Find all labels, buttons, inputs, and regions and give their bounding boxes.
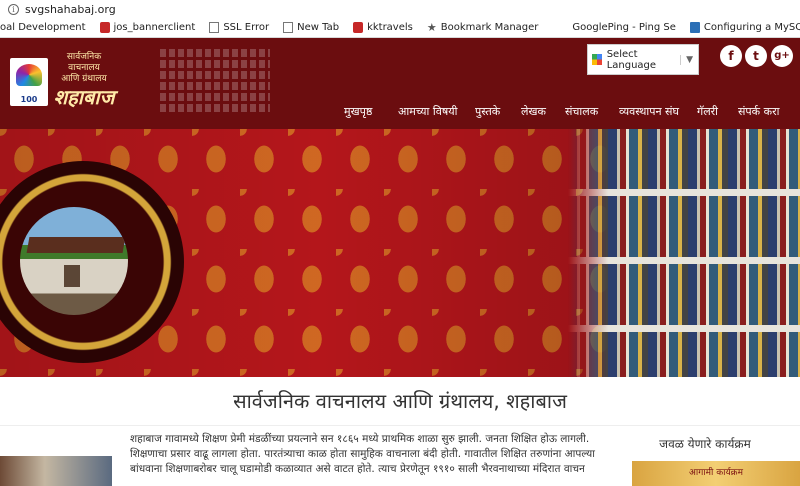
bookmark-label: GooglePing - Ping Se [572,22,676,33]
hero-banner [0,129,800,377]
event-card[interactable]: आगामी कार्यक्रम [632,461,800,486]
bookshelf-image [568,129,800,377]
nav-item-gallery[interactable]: गॅलरी [697,104,718,119]
bookmark-label: Bookmark Manager [440,22,539,33]
bookmark-new-tab[interactable]: New Tab [283,22,339,33]
nav-item-about[interactable]: आमच्या विषयी [398,104,457,119]
twitter-icon[interactable]: t [745,45,767,67]
intro-line: बांधवाना शिक्षणाबरोबर चालू घडामोडी कळाव्… [130,463,585,475]
intro-paragraph: शहाबाज गावामध्ये शिक्षण प्रेमी मंडळींच्य… [130,432,596,477]
bookmark-label: Configuring a MySQL [703,22,800,33]
bookmark-label: jos_bannerclient [113,22,196,33]
library-building-photo [20,207,128,315]
library-photo-medallion [0,161,184,363]
centenary-logo[interactable]: 100 [10,58,48,106]
logo-year: 100 [20,95,38,104]
logo-name: शहाबाज [53,85,115,109]
header-watermark [160,46,270,118]
mysql-icon [689,22,700,33]
bookmark-ssl-error[interactable]: SSL Error [209,22,269,33]
url-text[interactable]: svgshahabaj.org [25,3,116,16]
chevron-down-icon: ▼ [680,54,698,65]
site-logo[interactable]: सार्वजनिक वाचनालय आणि ग्रंथालय शहाबाज [52,52,116,110]
upcoming-events-title: जवळ येणारे कार्यक्रम [659,437,751,451]
intro-line: शिक्षणाचा प्रसार वाढू लागला होता. पारतंत… [130,448,595,460]
bookmark-development[interactable]: oal Development [0,22,86,33]
bookmark-label: oal Development [0,22,86,33]
bookmark-googleping[interactable]: GooglePing - Ping Se [572,22,675,33]
nav-item-management[interactable]: व्यवस्थापन संघ [619,104,679,119]
nav-item-contact[interactable]: संपर्क करा [738,104,779,119]
nav-item-directors[interactable]: संचालक [565,104,598,119]
bookmark-kktravels[interactable]: kktravels [353,22,413,33]
main-content: शहाबाज गावामध्ये शिक्षण प्रेमी मंडळींच्य… [0,425,800,486]
bookmark-mysql[interactable]: Configuring a MySQL [689,22,800,33]
joomla-icon [99,22,110,33]
bookmark-label: New Tab [297,22,340,33]
page-title: सार्वजनिक वाचनालय आणि ग्रंथालय, शहाबाज [233,389,567,413]
star-icon: ★ [426,21,437,34]
google-plus-icon[interactable]: g+ [771,45,793,67]
bookmarks-bar: oal Development jos_bannerclient SSL Err… [0,18,800,38]
event-card-text: आगामी कार्यक्रम [689,468,743,478]
bookmark-label: SSL Error [223,22,270,33]
logo-line1: सार्वजनिक वाचनालय [66,52,102,73]
address-bar[interactable]: i svgshahabaj.org [0,0,800,18]
kk-icon [353,22,364,33]
library-interior-photo [0,456,112,486]
logo-line2: आणि ग्रंथालय [61,74,107,84]
nav-item-home[interactable]: मुखपृष्ठ [344,104,372,119]
facebook-icon[interactable]: f [720,45,742,67]
bookmark-jos-bannerclient[interactable]: jos_bannerclient [99,22,196,33]
sun-emblem-icon [16,64,42,86]
nav-item-authors[interactable]: लेखक [521,104,546,119]
intro-line: शहाबाज गावामध्ये शिक्षण प्रेमी मंडळींच्य… [130,433,590,445]
site-header: 100 सार्वजनिक वाचनालय आणि ग्रंथालय शहाबा… [0,38,800,129]
bookmark-label: kktravels [367,22,413,33]
nav-item-books[interactable]: पुस्तके [475,104,500,119]
page-icon [283,22,294,33]
google-icon [592,54,602,65]
language-select[interactable]: Select Language ▼ [587,44,699,75]
language-label: Select Language [606,48,657,71]
page-icon [209,22,220,33]
bookmark-manager[interactable]: ★ Bookmark Manager [427,21,539,34]
info-icon[interactable]: i [8,3,19,15]
